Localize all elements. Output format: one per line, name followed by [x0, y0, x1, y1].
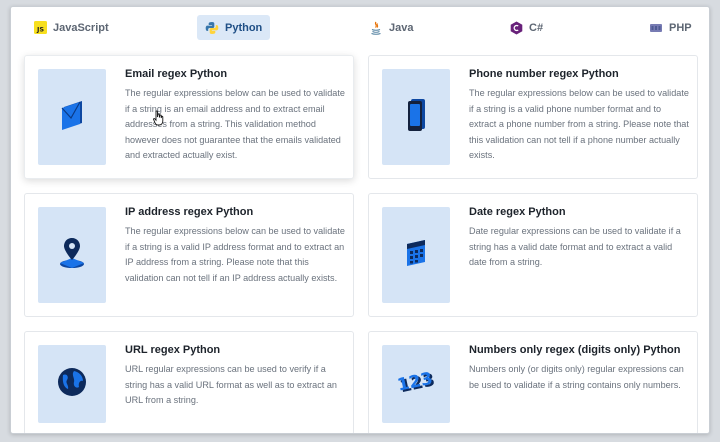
- card-description: The regular expressions below can be use…: [125, 226, 345, 283]
- tab-label: C#: [529, 21, 544, 34]
- java-logo-icon: [369, 21, 383, 35]
- tab-label: PHP: [669, 21, 692, 34]
- tab-python[interactable]: Python: [197, 15, 270, 40]
- card-description: Numbers only (or digits only) regular ex…: [469, 364, 684, 390]
- tab-label: JavaScript: [53, 21, 109, 34]
- language-tabs: JS JavaScript Python Java C# PHP: [11, 7, 709, 47]
- card-description: The regular expressions below can be use…: [469, 88, 689, 161]
- card-content: URL regex Python URL regular expressions…: [125, 344, 345, 409]
- card-thumbnail: 123 123: [382, 345, 450, 423]
- tab-csharp[interactable]: C#: [501, 15, 551, 40]
- tab-label: Python: [225, 21, 263, 34]
- python-logo-icon: [205, 21, 219, 35]
- svg-text:JS: JS: [35, 26, 43, 34]
- card-description: URL regular expressions can be used to v…: [125, 364, 337, 406]
- card-content: Numbers only regex (digits only) Python …: [469, 344, 689, 393]
- tab-php[interactable]: PHP: [641, 15, 700, 40]
- card-thumbnail: [382, 207, 450, 303]
- card-description: Date regular expressions can be used to …: [469, 226, 681, 268]
- card-content: Phone number regex Python The regular ex…: [469, 68, 689, 164]
- card-ip-address-regex[interactable]: IP address regex Python The regular expr…: [24, 193, 354, 317]
- card-title[interactable]: IP address regex Python: [125, 206, 345, 218]
- card-email-regex[interactable]: Email regex Python The regular expressio…: [24, 55, 354, 179]
- card-title[interactable]: URL regex Python: [125, 344, 345, 356]
- tab-javascript[interactable]: JS JavaScript: [25, 15, 117, 40]
- envelope-icon: [58, 98, 86, 137]
- csharp-logo-icon: [509, 21, 523, 35]
- card-thumbnail: [38, 207, 106, 303]
- card-phone-regex[interactable]: Phone number regex Python The regular ex…: [368, 55, 698, 179]
- hand-cursor-icon: [153, 110, 165, 126]
- card-title[interactable]: Numbers only regex (digits only) Python: [469, 344, 689, 356]
- php-logo-icon: [649, 21, 663, 35]
- card-date-regex[interactable]: Date regex Python Date regular expressio…: [368, 193, 698, 317]
- card-title[interactable]: Email regex Python: [125, 68, 345, 80]
- svg-text:123: 123: [396, 368, 434, 395]
- card-thumbnail: [382, 69, 450, 165]
- card-thumbnail: [38, 69, 106, 165]
- smartphone-icon: [405, 97, 427, 138]
- tab-java[interactable]: Java: [361, 15, 421, 40]
- card-content: Date regex Python Date regular expressio…: [469, 206, 689, 271]
- card-numbers-only-regex[interactable]: 123 123 Numbers only regex (digits only)…: [368, 331, 698, 433]
- javascript-logo-icon: JS: [33, 21, 47, 35]
- globe-icon: [55, 365, 89, 404]
- tab-label: Java: [389, 21, 414, 34]
- card-title[interactable]: Date regex Python: [469, 206, 689, 218]
- page-frame: JS JavaScript Python Java C# PHP Email r…: [10, 6, 710, 434]
- card-url-regex[interactable]: URL regex Python URL regular expressions…: [24, 331, 354, 433]
- numbers-123-icon: 123 123: [396, 367, 437, 402]
- card-content: IP address regex Python The regular expr…: [125, 206, 345, 286]
- card-thumbnail: [38, 345, 106, 423]
- calendar-icon: [403, 238, 429, 273]
- card-title[interactable]: Phone number regex Python: [469, 68, 689, 80]
- location-pin-icon: [57, 236, 87, 275]
